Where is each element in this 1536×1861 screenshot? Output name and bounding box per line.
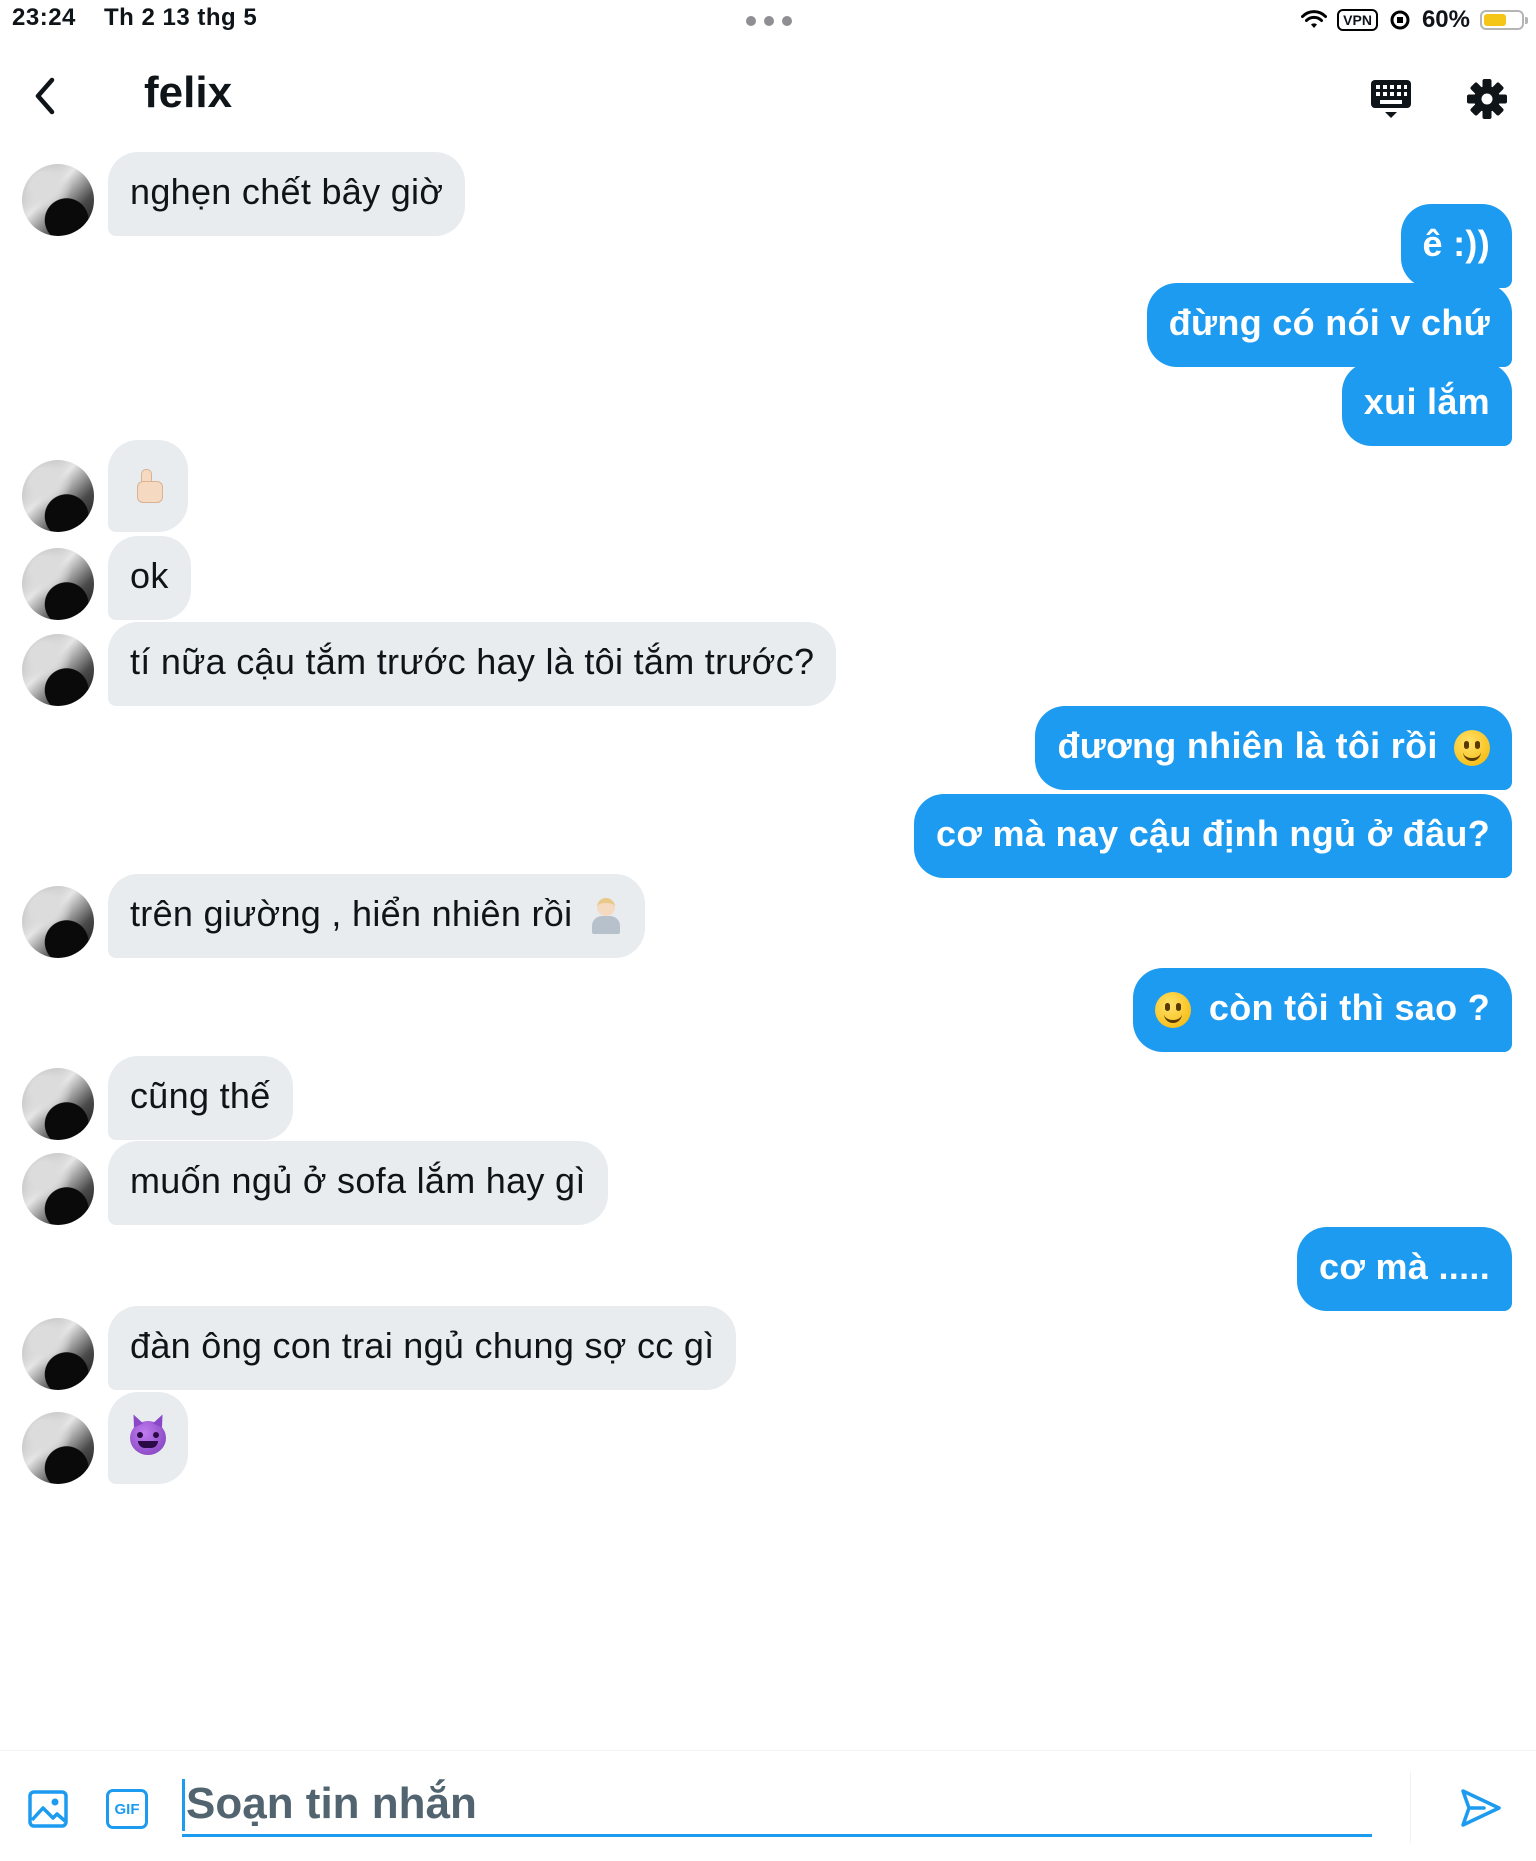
orientation-lock-icon: [1390, 10, 1410, 30]
message-bubble[interactable]: [108, 440, 188, 532]
avatar[interactable]: [22, 1318, 94, 1390]
multitasking-dots-icon[interactable]: [746, 16, 792, 26]
message-bubble[interactable]: cơ mà .....: [1297, 1227, 1512, 1311]
message-text: đương nhiên là tôi rồi: [1057, 725, 1438, 766]
message-incoming[interactable]: nghẹn chết bây giờ: [22, 152, 466, 236]
message-outgoing[interactable]: xui lắm: [1341, 362, 1512, 446]
message-incoming[interactable]: ok: [22, 536, 191, 620]
message-incoming[interactable]: tí nữa cậu tắm trước hay là tôi tắm trướ…: [22, 622, 837, 706]
message-incoming[interactable]: đàn ông con trai ngủ chung sợ cc gì: [22, 1306, 737, 1390]
conversation-header: felix: [0, 52, 1536, 142]
message-bubble[interactable]: trên giường , hiển nhiên rồi: [108, 874, 645, 958]
status-indicators: VPN 60%: [1301, 4, 1528, 36]
message-text: còn tôi thì sao ?: [1208, 987, 1490, 1028]
text-caret: [182, 1779, 185, 1831]
message-bubble[interactable]: muốn ngủ ở sofa lắm hay gì: [108, 1141, 608, 1225]
message-bubble[interactable]: nghẹn chết bây giờ: [108, 152, 466, 236]
wifi-icon: [1301, 10, 1328, 28]
message-bubble[interactable]: xui lắm: [1341, 362, 1512, 446]
avatar[interactable]: [22, 1412, 94, 1484]
message-outgoing[interactable]: đương nhiên là tôi rồi: [1035, 706, 1512, 790]
message-outgoing[interactable]: còn tôi thì sao ?: [1132, 968, 1512, 1052]
vpn-badge: VPN: [1337, 9, 1378, 31]
image-icon[interactable]: [26, 1787, 70, 1831]
gear-icon[interactable]: [1462, 74, 1512, 124]
message-bubble[interactable]: cũng thế: [108, 1056, 293, 1140]
status-date: Th 2 13 thg 5: [104, 4, 258, 31]
gif-button[interactable]: GIF: [106, 1789, 148, 1829]
message-bubble[interactable]: còn tôi thì sao ?: [1132, 968, 1512, 1052]
battery-percentage: 60%: [1421, 6, 1470, 33]
avatar[interactable]: [22, 1068, 94, 1140]
message-incoming[interactable]: cũng thế: [22, 1056, 293, 1140]
message-incoming[interactable]: muốn ngủ ở sofa lắm hay gì: [22, 1141, 608, 1225]
person-tipping-hand-icon: [589, 898, 623, 935]
avatar[interactable]: [22, 548, 94, 620]
status-time: 23:24: [12, 4, 76, 31]
message-outgoing[interactable]: đừng có nói v chứ: [1146, 283, 1512, 367]
message-bubble[interactable]: đàn ông con trai ngủ chung sợ cc gì: [108, 1306, 737, 1390]
message-bubble[interactable]: ê :)): [1400, 204, 1512, 288]
avatar[interactable]: [22, 634, 94, 706]
avatar[interactable]: [22, 886, 94, 958]
status-bar: 23:24 Th 2 13 thg 5 VPN 60%: [0, 0, 1536, 40]
thumbs-up-icon: [133, 469, 163, 503]
message-input[interactable]: [182, 1773, 1372, 1837]
battery-level-fill: [1484, 14, 1506, 26]
back-arrow-icon[interactable]: [24, 72, 72, 120]
message-outgoing[interactable]: ê :)): [1400, 204, 1512, 288]
message-text: trên giường , hiển nhiên rồi: [130, 893, 573, 934]
smiling-devil-icon: [130, 1421, 166, 1455]
conversation-title[interactable]: felix: [144, 68, 232, 118]
message-bubble[interactable]: [108, 1392, 188, 1484]
avatar[interactable]: [22, 460, 94, 532]
battery-icon: [1480, 10, 1528, 30]
message-bubble[interactable]: ok: [108, 536, 191, 620]
message-outgoing[interactable]: cơ mà nay cậu định ngủ ở đâu?: [914, 794, 1512, 878]
message-incoming[interactable]: trên giường , hiển nhiên rồi: [22, 874, 645, 958]
message-bubble[interactable]: đương nhiên là tôi rồi: [1035, 706, 1512, 790]
yum-face-icon: [1454, 730, 1490, 767]
smiley-face-icon: [1154, 992, 1191, 1029]
keyboard-icon[interactable]: [1366, 74, 1416, 124]
message-incoming[interactable]: [22, 1392, 188, 1484]
avatar[interactable]: [22, 164, 94, 236]
message-bubble[interactable]: đừng có nói v chứ: [1146, 283, 1512, 367]
send-icon[interactable]: [1458, 1785, 1504, 1831]
message-list[interactable]: nghẹn chết bây giờ ê :)) đừng có nói v c…: [0, 140, 1536, 1750]
message-outgoing[interactable]: cơ mà .....: [1297, 1227, 1512, 1311]
message-composer: GIF: [0, 1750, 1536, 1861]
message-bubble[interactable]: tí nữa cậu tắm trước hay là tôi tắm trướ…: [108, 622, 837, 706]
message-bubble[interactable]: cơ mà nay cậu định ngủ ở đâu?: [914, 794, 1512, 878]
message-incoming[interactable]: [22, 440, 188, 532]
composer-divider: [1410, 1771, 1411, 1843]
avatar[interactable]: [22, 1153, 94, 1225]
